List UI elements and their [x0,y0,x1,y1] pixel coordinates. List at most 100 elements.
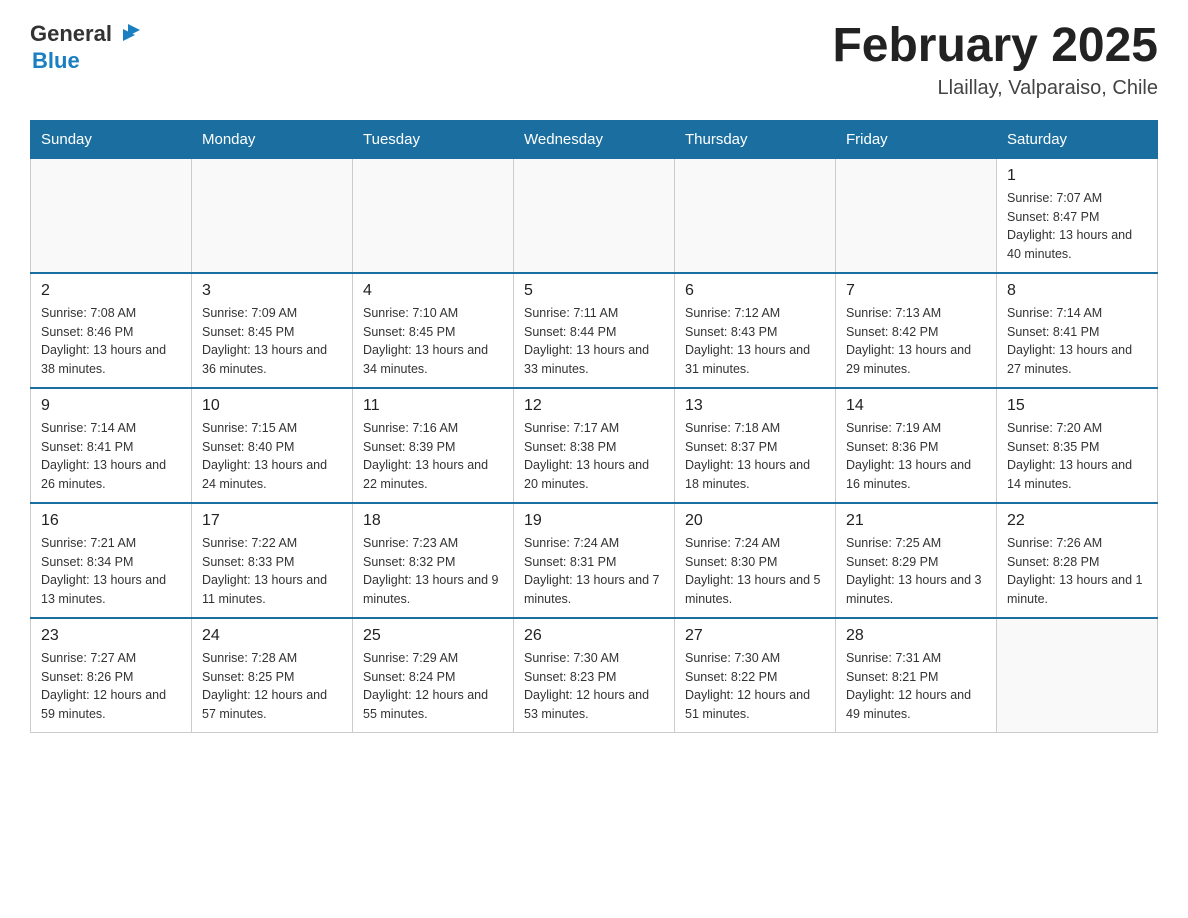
calendar-week-row: 23 Sunrise: 7:27 AMSunset: 8:26 PMDayligh… [31,618,1158,733]
calendar-cell: 6 Sunrise: 7:12 AMSunset: 8:43 PMDaylight… [675,273,836,388]
calendar-cell: 15 Sunrise: 7:20 AMSunset: 8:35 PMDayligh… [997,388,1158,503]
day-number: 16 [41,512,181,530]
calendar-cell: 16 Sunrise: 7:21 AMSunset: 8:34 PMDayligh… [31,503,192,618]
calendar-cell: 13 Sunrise: 7:18 AMSunset: 8:37 PMDayligh… [675,388,836,503]
day-number: 9 [41,397,181,415]
day-number: 12 [524,397,664,415]
calendar-week-row: 9 Sunrise: 7:14 AMSunset: 8:41 PMDaylight… [31,388,1158,503]
day-number: 6 [685,282,825,300]
weekday-header-thursday: Thursday [675,120,836,158]
calendar-cell: 12 Sunrise: 7:17 AMSunset: 8:38 PMDayligh… [514,388,675,503]
day-number: 13 [685,397,825,415]
day-number: 11 [363,397,503,415]
calendar-week-row: 1Sunrise: 7:07 AMSunset: 8:47 PMDaylight… [31,158,1158,273]
day-info: Sunrise: 7:16 AMSunset: 8:39 PMDaylight:… [363,419,503,494]
calendar-week-row: 16 Sunrise: 7:21 AMSunset: 8:34 PMDayligh… [31,503,1158,618]
day-info: Sunrise: 7:30 AMSunset: 8:22 PMDaylight:… [685,649,825,724]
calendar-cell [675,158,836,273]
day-number: 28 [846,627,986,645]
calendar-cell: 25 Sunrise: 7:29 AMSunset: 8:24 PMDayligh… [353,618,514,733]
logo: General Blue [30,20,142,74]
calendar-title: February 2025 [832,20,1158,73]
day-number: 10 [202,397,342,415]
day-number: 26 [524,627,664,645]
day-number: 4 [363,282,503,300]
day-info: Sunrise: 7:14 AMSunset: 8:41 PMDaylight:… [41,419,181,494]
calendar-cell [192,158,353,273]
calendar-cell: 27 Sunrise: 7:30 AMSunset: 8:22 PMDayligh… [675,618,836,733]
day-info: Sunrise: 7:08 AMSunset: 8:46 PMDaylight:… [41,304,181,379]
calendar-cell: 8 Sunrise: 7:14 AMSunset: 8:41 PMDaylight… [997,273,1158,388]
weekday-header-row: SundayMondayTuesdayWednesdayThursdayFrid… [31,120,1158,158]
day-number: 24 [202,627,342,645]
calendar-cell: 18 Sunrise: 7:23 AMSunset: 8:32 PMDayligh… [353,503,514,618]
day-info: Sunrise: 7:19 AMSunset: 8:36 PMDaylight:… [846,419,986,494]
weekday-header-friday: Friday [836,120,997,158]
day-info: Sunrise: 7:07 AMSunset: 8:47 PMDaylight:… [1007,189,1147,264]
calendar-cell: 14 Sunrise: 7:19 AMSunset: 8:36 PMDayligh… [836,388,997,503]
day-number: 7 [846,282,986,300]
day-info: Sunrise: 7:14 AMSunset: 8:41 PMDaylight:… [1007,304,1147,379]
day-info: Sunrise: 7:21 AMSunset: 8:34 PMDaylight:… [41,534,181,609]
calendar-cell: 24 Sunrise: 7:28 AMSunset: 8:25 PMDayligh… [192,618,353,733]
calendar-subtitle: Llaillay, Valparaiso, Chile [832,77,1158,100]
day-info: Sunrise: 7:20 AMSunset: 8:35 PMDaylight:… [1007,419,1147,494]
logo-blue-text: Blue [32,48,80,74]
day-number: 27 [685,627,825,645]
day-number: 17 [202,512,342,530]
calendar-cell: 26 Sunrise: 7:30 AMSunset: 8:23 PMDayligh… [514,618,675,733]
day-number: 18 [363,512,503,530]
day-info: Sunrise: 7:15 AMSunset: 8:40 PMDaylight:… [202,419,342,494]
day-number: 3 [202,282,342,300]
day-number: 23 [41,627,181,645]
calendar-cell: 7 Sunrise: 7:13 AMSunset: 8:42 PMDaylight… [836,273,997,388]
day-info: Sunrise: 7:28 AMSunset: 8:25 PMDaylight:… [202,649,342,724]
day-number: 15 [1007,397,1147,415]
logo-flag-icon [114,20,142,48]
day-info: Sunrise: 7:29 AMSunset: 8:24 PMDaylight:… [363,649,503,724]
weekday-header-monday: Monday [192,120,353,158]
day-info: Sunrise: 7:09 AMSunset: 8:45 PMDaylight:… [202,304,342,379]
calendar-cell [997,618,1158,733]
day-number: 14 [846,397,986,415]
day-info: Sunrise: 7:27 AMSunset: 8:26 PMDaylight:… [41,649,181,724]
day-number: 25 [363,627,503,645]
day-info: Sunrise: 7:23 AMSunset: 8:32 PMDaylight:… [363,534,503,609]
calendar-cell: 2 Sunrise: 7:08 AMSunset: 8:46 PMDaylight… [31,273,192,388]
weekday-header-wednesday: Wednesday [514,120,675,158]
day-info: Sunrise: 7:11 AMSunset: 8:44 PMDaylight:… [524,304,664,379]
calendar-cell: 21Sunrise: 7:25 AMSunset: 8:29 PMDayligh… [836,503,997,618]
calendar-cell: 3 Sunrise: 7:09 AMSunset: 8:45 PMDaylight… [192,273,353,388]
day-info: Sunrise: 7:22 AMSunset: 8:33 PMDaylight:… [202,534,342,609]
calendar-cell: 17 Sunrise: 7:22 AMSunset: 8:33 PMDayligh… [192,503,353,618]
calendar-cell: 10 Sunrise: 7:15 AMSunset: 8:40 PMDayligh… [192,388,353,503]
day-number: 21 [846,512,986,530]
day-info: Sunrise: 7:12 AMSunset: 8:43 PMDaylight:… [685,304,825,379]
title-section: February 2025 Llaillay, Valparaiso, Chil… [832,20,1158,100]
day-info: Sunrise: 7:13 AMSunset: 8:42 PMDaylight:… [846,304,986,379]
calendar-cell: 28Sunrise: 7:31 AMSunset: 8:21 PMDayligh… [836,618,997,733]
day-number: 19 [524,512,664,530]
day-number: 2 [41,282,181,300]
day-number: 5 [524,282,664,300]
day-number: 8 [1007,282,1147,300]
page-header: General Blue February 2025 Llaillay, Val… [30,20,1158,100]
calendar-cell: 11 Sunrise: 7:16 AMSunset: 8:39 PMDayligh… [353,388,514,503]
day-info: Sunrise: 7:30 AMSunset: 8:23 PMDaylight:… [524,649,664,724]
day-info: Sunrise: 7:24 AMSunset: 8:31 PMDaylight:… [524,534,664,609]
calendar-cell [836,158,997,273]
calendar-cell: 5 Sunrise: 7:11 AMSunset: 8:44 PMDaylight… [514,273,675,388]
day-info: Sunrise: 7:18 AMSunset: 8:37 PMDaylight:… [685,419,825,494]
day-info: Sunrise: 7:17 AMSunset: 8:38 PMDaylight:… [524,419,664,494]
calendar-cell: 1Sunrise: 7:07 AMSunset: 8:47 PMDaylight… [997,158,1158,273]
calendar-table: SundayMondayTuesdayWednesdayThursdayFrid… [30,120,1158,733]
logo-general-text: General [30,21,112,47]
day-info: Sunrise: 7:10 AMSunset: 8:45 PMDaylight:… [363,304,503,379]
day-info: Sunrise: 7:26 AMSunset: 8:28 PMDaylight:… [1007,534,1147,609]
day-info: Sunrise: 7:24 AMSunset: 8:30 PMDaylight:… [685,534,825,609]
calendar-cell: 19 Sunrise: 7:24 AMSunset: 8:31 PMDayligh… [514,503,675,618]
weekday-header-saturday: Saturday [997,120,1158,158]
calendar-cell: 9 Sunrise: 7:14 AMSunset: 8:41 PMDaylight… [31,388,192,503]
day-number: 20 [685,512,825,530]
day-number: 22 [1007,512,1147,530]
